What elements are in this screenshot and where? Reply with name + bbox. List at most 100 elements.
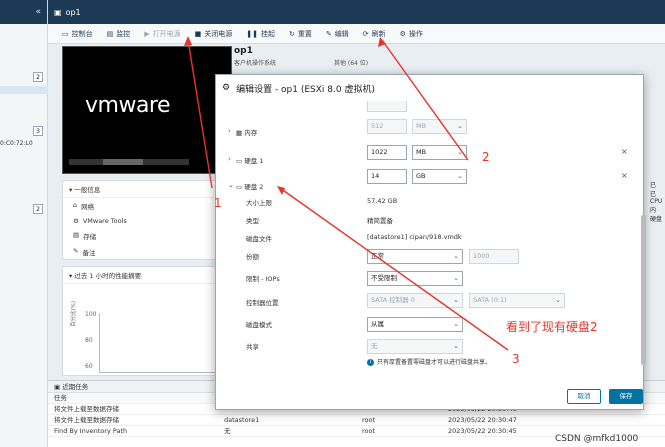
refresh-button[interactable]: ⟳ 刷新 (363, 29, 386, 39)
chevron-down-icon: ⌄ (457, 148, 463, 156)
sidebar-text: 0:C0:72:L0 (0, 140, 33, 147)
disk-file-label: 磁盘文件 (246, 235, 272, 243)
disk2-row[interactable]: ▭ 硬盘 2 (236, 181, 263, 191)
sharing-select[interactable]: 无 ⌄ (367, 339, 463, 354)
annotation-1: 1 (214, 196, 222, 210)
annotation-2: 2 (482, 150, 490, 164)
vm-toolbar: ▭ 控制台 ▤ 监控 ▶ 打开电源 ■ 关闭电源 ❚❚ 挂起 ↻ 重置 ✎ 编辑 ⟳ 刷新 ⚙ 操… (48, 24, 665, 44)
chevron-right-icon[interactable]: › (228, 127, 231, 135)
power-on-button[interactable]: ▶ 打开电源 (144, 29, 180, 39)
annotation-3: 3 (512, 352, 520, 366)
chevron-down-icon: ⌄ (453, 296, 459, 304)
vm-settings-icon: ⚙ (222, 83, 231, 93)
storage-icon: ▤ (73, 231, 80, 239)
network-icon: ⌂ (73, 201, 78, 209)
memory-unit-select[interactable]: MB ⌄ (412, 119, 467, 134)
edit-button[interactable]: ✎ 编辑 (326, 29, 349, 39)
memory-icon: ▦ (236, 129, 243, 137)
info-row-storage[interactable]: ▤ 存储 (63, 228, 221, 244)
chevron-down-icon: ⌄ (457, 122, 463, 130)
vmware-logo: vmware (85, 93, 171, 118)
disk1-size-input[interactable]: 1022 (367, 145, 407, 160)
info-row-network[interactable]: ⌂ 网络 (63, 198, 221, 214)
vm-tab-title: op1 (65, 7, 81, 17)
chevron-down-icon: ⌄ (453, 252, 459, 260)
console-progress-fill (103, 159, 143, 165)
edit-settings-dialog: ⚙ 编辑设置 - op1 (ESXi 8.0 虚拟机) › ▦ 内存 512 M… (215, 74, 646, 410)
dialog-scrollbar[interactable] (641, 215, 646, 365)
power-off-button[interactable]: ■ 关闭电源 (195, 29, 233, 39)
vm-header: ▣ op1 (48, 0, 665, 24)
right-strip: 已 已 CPU 内 硬盘 (650, 182, 663, 223)
sidebar-selected-row[interactable] (0, 86, 48, 94)
info-row-tools[interactable]: ⚙ VMware Tools (63, 214, 221, 228)
vm-console[interactable]: vmware (62, 46, 232, 174)
gear-icon: ⚙ (399, 29, 406, 38)
general-info-header[interactable]: ▾ 一般信息 (63, 181, 221, 198)
iops-select[interactable]: 不受限制 ⌄ (367, 271, 463, 286)
partial-field (367, 101, 407, 112)
memory-row[interactable]: ▦ 内存 (236, 127, 257, 137)
monitor-button[interactable]: ▤ 监控 (107, 29, 131, 39)
vm-icon: ▣ (54, 7, 62, 17)
chevron-down-icon: ⌄ (457, 172, 463, 180)
perf-panel: ▾ 过去 1 小时的性能摘要 百分比(%) 100 80 60 (62, 266, 222, 376)
max-size-label: 大小上限 (246, 199, 272, 207)
chevron-down-icon: ⌄ (555, 296, 561, 304)
os-value: 其他 (64 位) (334, 60, 369, 67)
sidebar-badge: 3 (33, 126, 43, 136)
shares-select[interactable]: 正常 ⌄ (367, 249, 463, 264)
console-button[interactable]: ▭ 控制台 (62, 29, 93, 39)
perf-plot (99, 313, 219, 373)
dialog-title: 编辑设置 - op1 (ESXi 8.0 虚拟机) (236, 84, 375, 95)
chevron-right-icon[interactable]: › (228, 155, 231, 163)
general-info-panel: ▾ 一般信息 ⌂ 网络 ⚙ VMware Tools ▤ 存储 ✎ 备注 (62, 180, 222, 260)
perf-ylabel: 百分比(%) (71, 300, 77, 327)
chart-icon: ▤ (106, 29, 114, 38)
sidebar-badge: 2 (33, 204, 43, 214)
controller-select[interactable]: SATA 控制器 0 ⌄ (367, 293, 463, 308)
actions-button[interactable]: ⚙ 操作 (400, 29, 423, 39)
reset-icon: ↻ (289, 29, 295, 38)
disk-icon: ▭ (236, 157, 243, 165)
pencil-icon: ✎ (325, 29, 332, 38)
play-icon: ▶ (144, 29, 150, 38)
perf-header[interactable]: ▾ 过去 1 小时的性能摘要 (63, 267, 221, 284)
perf-ytick: 60 (85, 363, 93, 370)
stop-icon: ■ (194, 29, 202, 38)
disk2-unit-select[interactable]: GB ⌄ (412, 169, 467, 184)
remove-disk1-button[interactable]: × (621, 147, 628, 156)
chevron-down-icon[interactable]: ⌄ (228, 181, 234, 189)
memory-input[interactable]: 512 (367, 119, 407, 134)
disk1-row[interactable]: ▭ 硬盘 1 (236, 155, 263, 165)
shares-number-input[interactable]: 1000 (469, 249, 519, 264)
iops-label: 限制 - IOPs (246, 275, 280, 283)
type-value: 精简置备 (367, 217, 393, 225)
sidebar-badge: 2 (33, 72, 43, 82)
disk2-size-input[interactable]: 14 (367, 169, 407, 184)
vm-name: op1 (234, 46, 253, 56)
suspend-button[interactable]: ❚❚ 挂起 (246, 29, 275, 39)
disk-mode-label: 磁盘模式 (246, 321, 272, 329)
disk-mode-select[interactable]: 从属 ⌄ (367, 317, 463, 332)
type-label: 类型 (246, 217, 259, 225)
controller-slot-select[interactable]: SATA (0:1) ⌄ (469, 293, 565, 308)
max-size-value: 57.42 GB (367, 197, 398, 205)
sharing-label: 共享 (246, 343, 259, 351)
disk-file-value: [datastore1] cipan/918.vmdk (367, 233, 462, 241)
remove-disk2-button[interactable]: × (621, 171, 628, 180)
reset-button[interactable]: ↻ 重置 (289, 29, 312, 39)
disk1-unit-select[interactable]: MB ⌄ (412, 145, 467, 160)
chevron-down-icon: ⌄ (453, 342, 459, 350)
perf-ytick: 80 (85, 337, 93, 344)
info-row-notes[interactable]: ✎ 备注 (63, 244, 221, 260)
table-row[interactable]: 将文件上载至数据存储 datastore1 root 2023/05/22 20… (48, 415, 665, 426)
chevron-down-icon: ⌄ (453, 274, 459, 282)
sidebar-collapse[interactable]: « (0, 0, 47, 24)
cancel-button[interactable]: 取消 (567, 389, 601, 404)
save-button[interactable]: 保存 (609, 389, 643, 404)
os-label: 客户机操作系统 (234, 60, 277, 67)
monitor-icon: ▭ (62, 29, 69, 38)
sharing-note: i 只有厚置备置零磁盘才可以进行磁盘共享。 (367, 357, 491, 366)
notes-icon: ✎ (73, 247, 79, 255)
